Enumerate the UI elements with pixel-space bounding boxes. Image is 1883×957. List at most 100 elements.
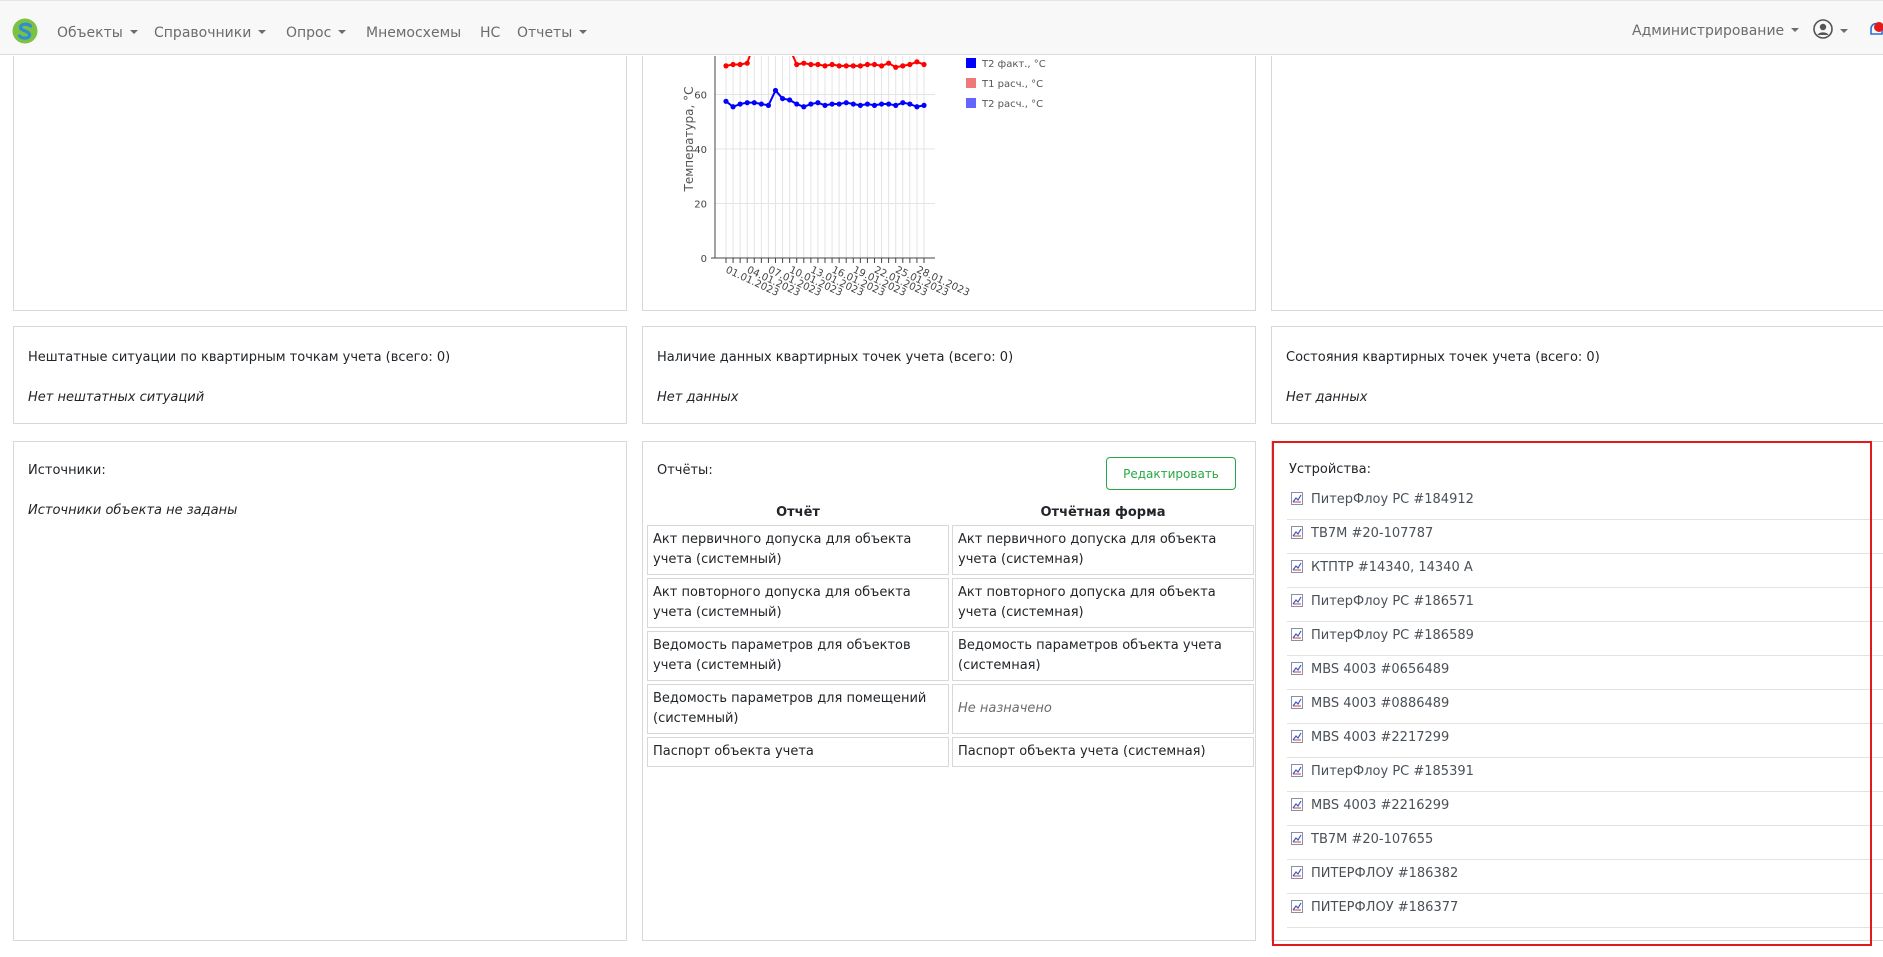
user-avatar-icon[interactable] [1813, 19, 1833, 39]
y-tick-label: 0 [701, 254, 707, 265]
device-list-item[interactable]: MBS 4003 #0656489 [1287, 656, 1883, 690]
data-point [850, 63, 856, 69]
data-point [815, 100, 821, 106]
data-point [836, 101, 842, 107]
data-point [779, 95, 786, 102]
sources-title: Источники: [28, 463, 106, 478]
top-right-card [1271, 56, 1883, 311]
data-point [893, 64, 899, 70]
report-name-cell[interactable]: Акт повторного допуска для объекта учета… [647, 578, 949, 628]
nav-directories-menu[interactable]: Справочники [154, 25, 266, 41]
device-name: ТВ7М #20-107655 [1311, 832, 1434, 847]
abnormal-situations-card: Нештатные ситуации по квартирным точкам … [13, 326, 627, 424]
y-tick-label: 40 [694, 145, 707, 156]
data-point [907, 61, 913, 68]
data-point [822, 102, 828, 108]
data-point [871, 102, 878, 108]
device-list-item[interactable]: ПИТЕРФЛОУ #186377 [1287, 894, 1883, 928]
device-list-item[interactable]: MBS 4003 #0886489 [1287, 690, 1883, 724]
legend-swatch [966, 58, 976, 68]
column-header-form: Отчётная форма [1040, 505, 1166, 520]
data-point [794, 61, 800, 68]
report-name-cell[interactable]: Паспорт объекта учета [647, 737, 949, 767]
column-header-report: Отчёт [776, 505, 820, 520]
device-name: MBS 4003 #2217299 [1311, 730, 1450, 745]
data-point [829, 101, 835, 107]
legend-label: Т1 расч., °С [981, 79, 1043, 90]
data-point [815, 61, 821, 68]
report-form-cell[interactable]: Ведомость параметров объекта учета (сист… [952, 631, 1254, 681]
device-list-item[interactable]: ПитерФлоу РС #185391 [1287, 758, 1883, 792]
device-name: ПитерФлоу РС #184912 [1311, 492, 1474, 507]
device-chart-icon [1291, 900, 1303, 913]
report-name-cell[interactable]: Акт первичного допуска для объекта учета… [647, 525, 949, 575]
report-name-cell[interactable]: Ведомость параметров для объектов учета … [647, 631, 949, 681]
device-list-item[interactable]: ПитерФлоу РС #186571 [1287, 588, 1883, 622]
temperature-chart: 02040608001.01.202304.01.202307.01.20231… [682, 56, 1046, 299]
nav-ns-link[interactable]: НС [480, 25, 500, 41]
app-logo-icon[interactable] [12, 18, 38, 44]
device-name: ПитерФлоу РС #185391 [1311, 764, 1474, 779]
top-left-card [13, 56, 627, 311]
sources-empty: Источники объекта не заданы [28, 503, 238, 518]
legend-label: Т2 факт., °С [981, 59, 1046, 70]
legend-swatch [966, 78, 976, 88]
data-point [857, 63, 863, 69]
device-list-item[interactable]: ПИТЕРФЛОУ #186382 [1287, 860, 1883, 894]
table-row: Акт повторного допуска для объекта учета… [647, 578, 1254, 628]
device-name: MBS 4003 #2216299 [1311, 798, 1450, 813]
device-chart-icon [1291, 560, 1303, 573]
notification-bell-icon[interactable] [1868, 21, 1883, 39]
data-point [900, 100, 906, 106]
report-form-cell[interactable]: Акт первичного допуска для объекта учета… [952, 525, 1254, 575]
report-form-cell[interactable]: Акт повторного допуска для объекта учета… [952, 578, 1254, 628]
data-point [822, 63, 828, 69]
data-point [914, 59, 920, 65]
devices-title: Устройства: [1289, 462, 1372, 477]
device-chart-icon [1291, 628, 1303, 641]
report-form-cell[interactable]: Не назначено [952, 684, 1254, 734]
data-point [893, 102, 899, 108]
y-tick-label: 60 [694, 91, 707, 102]
data-point [843, 63, 849, 69]
device-name: КТПТР #14340, 14340 А [1311, 560, 1473, 575]
nav-mnemoschemes-link[interactable]: Мнемосхемы [366, 25, 461, 41]
nav-admin-menu[interactable]: Администрирование [1632, 23, 1799, 39]
data-point [864, 61, 871, 68]
nav-polling-menu[interactable]: Опрос [286, 25, 346, 41]
data-availability-empty: Нет данных [657, 390, 739, 405]
table-row: Ведомость параметров для помещений (сист… [647, 684, 1254, 734]
device-list-item[interactable]: КТПТР #14340, 14340 А [1287, 554, 1883, 588]
report-name-cell[interactable]: Ведомость параметров для помещений (сист… [647, 684, 949, 734]
device-name: ПитерФлоу РС #186589 [1311, 628, 1474, 643]
user-menu-chevron-down-icon[interactable] [1840, 29, 1848, 33]
device-list-item[interactable]: ТВ7М #20-107787 [1287, 520, 1883, 554]
data-point [737, 101, 743, 107]
data-point [836, 63, 842, 69]
device-list-item[interactable]: ПитерФлоу РС #184912 [1287, 486, 1883, 520]
data-point [850, 101, 856, 107]
device-list-item[interactable]: MBS 4003 #2217299 [1287, 724, 1883, 758]
data-point [744, 100, 750, 106]
nav-objects-menu[interactable]: Объекты [57, 25, 138, 41]
y-axis-label: Температура, °С [682, 86, 696, 192]
data-point [772, 87, 779, 94]
data-point [921, 102, 927, 108]
table-row: Ведомость параметров для объектов учета … [647, 631, 1254, 681]
abnormal-situations-title: Нештатные ситуации по квартирным точкам … [28, 350, 451, 365]
devices-list: ПитерФлоу РС #184912 ТВ7М #20-107787 КТПТР… [1287, 486, 1883, 928]
device-list-item[interactable]: ПитерФлоу РС #186589 [1287, 622, 1883, 656]
table-row: Паспорт объекта учета Паспорт объекта уч… [647, 737, 1254, 767]
edit-reports-button[interactable]: Редактировать [1106, 457, 1236, 490]
report-form-cell[interactable]: Паспорт объекта учета (системная) [952, 737, 1254, 767]
point-states-card: Состояния квартирных точек учета (всего:… [1271, 326, 1883, 424]
device-list-item[interactable]: ТВ7М #20-107655 [1287, 826, 1883, 860]
device-name: ПитерФлоу РС #186571 [1311, 594, 1474, 609]
point-states-title: Состояния квартирных точек учета (всего:… [1286, 350, 1600, 365]
device-list-item[interactable]: MBS 4003 #2216299 [1287, 792, 1883, 826]
nav-reports-menu[interactable]: Отчеты [517, 25, 587, 41]
data-point [878, 63, 885, 69]
data-point [801, 60, 807, 66]
data-point [808, 61, 814, 68]
data-point [730, 104, 736, 110]
